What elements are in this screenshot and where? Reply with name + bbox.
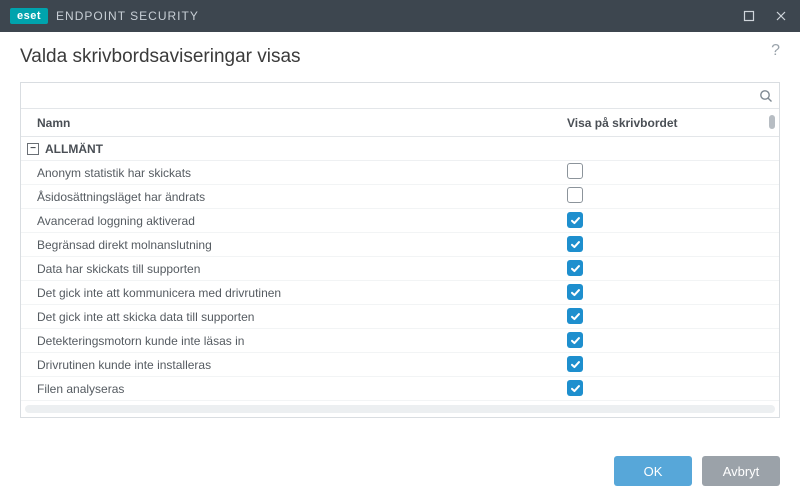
row-name: Drivrutinen kunde inte installeras [37,358,567,372]
show-on-desktop-checkbox[interactable] [567,163,583,179]
brand-text: ENDPOINT SECURITY [56,9,199,23]
table-row: Detekteringsmotorn kunde inte läsas in [21,329,779,353]
cancel-button[interactable]: Avbryt [702,456,780,486]
horizontal-scrollbar[interactable] [25,405,775,413]
show-on-desktop-checkbox[interactable] [567,308,583,324]
close-icon[interactable] [772,7,790,25]
row-name: Åsidosättningsläget har ändrats [37,190,567,204]
search-input[interactable] [29,85,759,107]
show-on-desktop-checkbox[interactable] [567,284,583,300]
table-row: Drivrutinen kunde inte installeras [21,353,779,377]
dialog-footer: OK Avbryt [0,442,800,500]
show-on-desktop-checkbox[interactable] [567,332,583,348]
table-row: Begränsad direkt molnanslutning [21,233,779,257]
table-row: Data har skickats till supporten [21,257,779,281]
table-row: Det gick inte att kommunicera med drivru… [21,281,779,305]
show-on-desktop-checkbox[interactable] [567,187,583,203]
show-on-desktop-checkbox[interactable] [567,380,583,396]
page-title: Valda skrivbordsaviseringar visas [20,46,301,68]
help-icon[interactable]: ? [771,42,780,68]
table-row: Åsidosättningsläget har ändrats [21,185,779,209]
collapse-icon[interactable]: − [27,143,39,155]
table-row: Avancerad loggning aktiverad [21,209,779,233]
row-name: Begränsad direkt molnanslutning [37,238,567,252]
ok-button[interactable]: OK [614,456,692,486]
row-name: Detekteringsmotorn kunde inte läsas in [37,334,567,348]
row-name: Det gick inte att skicka data till suppo… [37,310,567,324]
show-on-desktop-checkbox[interactable] [567,260,583,276]
column-header-show[interactable]: Visa på skrivbordet [567,116,678,130]
row-name: Data har skickats till supporten [37,262,567,276]
row-name: Anonym statistik har skickats [37,166,567,180]
column-header-name[interactable]: Namn [37,116,567,130]
brand-badge: eset [10,8,48,24]
table-row: Anonym statistik har skickats [21,161,779,185]
show-on-desktop-checkbox[interactable] [567,356,583,372]
minimize-icon[interactable] [740,7,758,25]
group-row-general[interactable]: − ALLMÄNT [21,137,779,161]
row-name: Avancerad loggning aktiverad [37,214,567,228]
group-label: ALLMÄNT [45,142,103,156]
search-icon[interactable] [759,89,773,103]
show-on-desktop-checkbox[interactable] [567,236,583,252]
titlebar: eset ENDPOINT SECURITY [0,0,800,32]
table-row: Filen analyseras [21,377,779,401]
search-row [21,83,779,109]
notifications-panel: Namn Visa på skrivbordet − ALLMÄNT Anony… [20,82,780,418]
row-name: Det gick inte att kommunicera med drivru… [37,286,567,300]
table-body: − ALLMÄNT Anonym statistik har skickats Å… [21,137,779,403]
table-header: Namn Visa på skrivbordet [21,109,779,137]
row-name: Filen analyseras [37,382,567,396]
vertical-scrollbar[interactable] [769,115,775,129]
show-on-desktop-checkbox[interactable] [567,212,583,228]
table-row: Det gick inte att skicka data till suppo… [21,305,779,329]
